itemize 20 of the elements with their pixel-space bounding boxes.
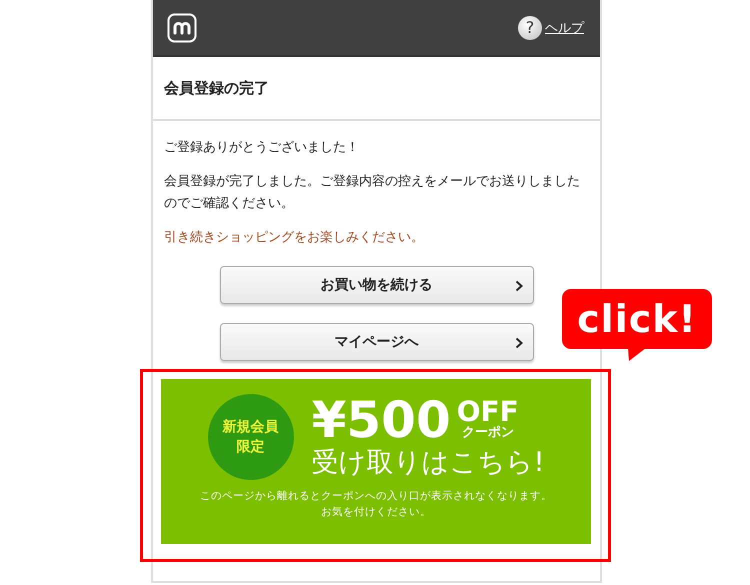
nav-button[interactable]: マイページへ	[220, 323, 534, 361]
logo-icon	[167, 12, 197, 42]
page-title: 会員登録の完了	[153, 57, 600, 121]
discount-amount: ¥500	[312, 394, 451, 446]
note-text: 引き続きショッピングをお楽しみください。	[164, 229, 425, 247]
message-text: 会員登録が完了しました。ご登録内容の控えをメールでお送りしましたのでご確認ください。	[164, 173, 581, 213]
claim-text: 受け取りはこちら!	[312, 446, 544, 480]
callout-tail-icon	[628, 348, 646, 361]
chevron-icon	[514, 280, 522, 292]
notice-text: お気を付けください。	[321, 505, 431, 520]
notice-text: このページから離れるとクーポンへの入り口が表示されなくなります。	[200, 489, 552, 504]
coupon-label: クーポン	[462, 425, 514, 441]
nav-button[interactable]: お買い物を続ける	[220, 266, 534, 304]
click-callout: click!	[562, 289, 712, 349]
message-text: ご登録ありがとうございました！	[164, 139, 360, 157]
member-badge: 新規会員限定	[208, 394, 294, 480]
help-link[interactable]: ヘルプ	[545, 18, 584, 36]
off-label: OFF	[456, 399, 519, 425]
chevron-icon	[514, 337, 522, 349]
help-icon[interactable]: ?	[518, 16, 542, 40]
